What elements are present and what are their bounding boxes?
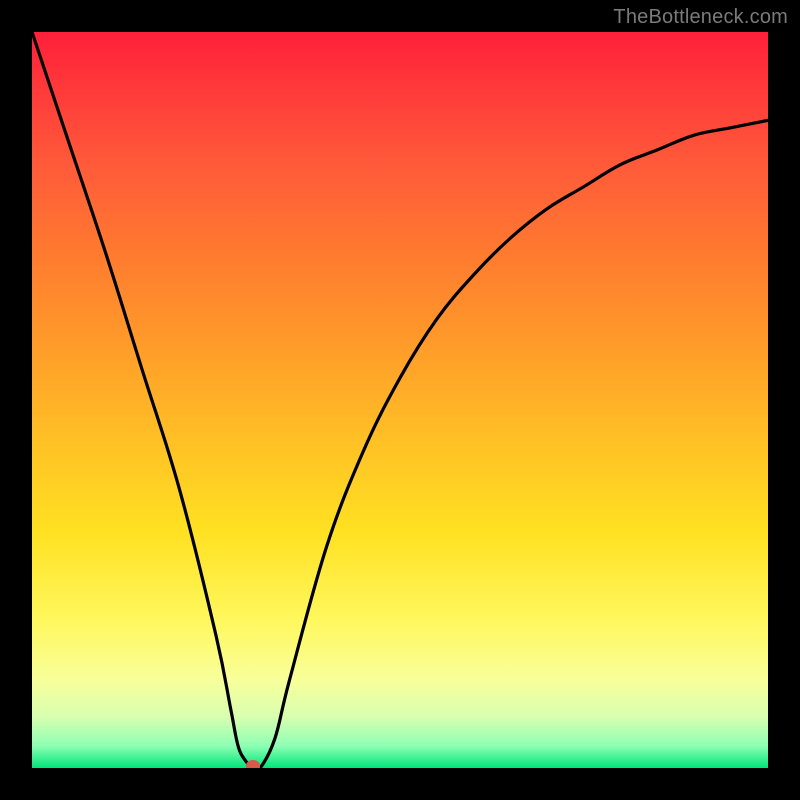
watermark-text: TheBottleneck.com <box>613 6 788 29</box>
chart-frame: TheBottleneck.com <box>0 0 800 800</box>
plot-area <box>32 32 768 768</box>
bottleneck-curve <box>32 32 768 768</box>
minimum-point-dot <box>246 760 260 768</box>
